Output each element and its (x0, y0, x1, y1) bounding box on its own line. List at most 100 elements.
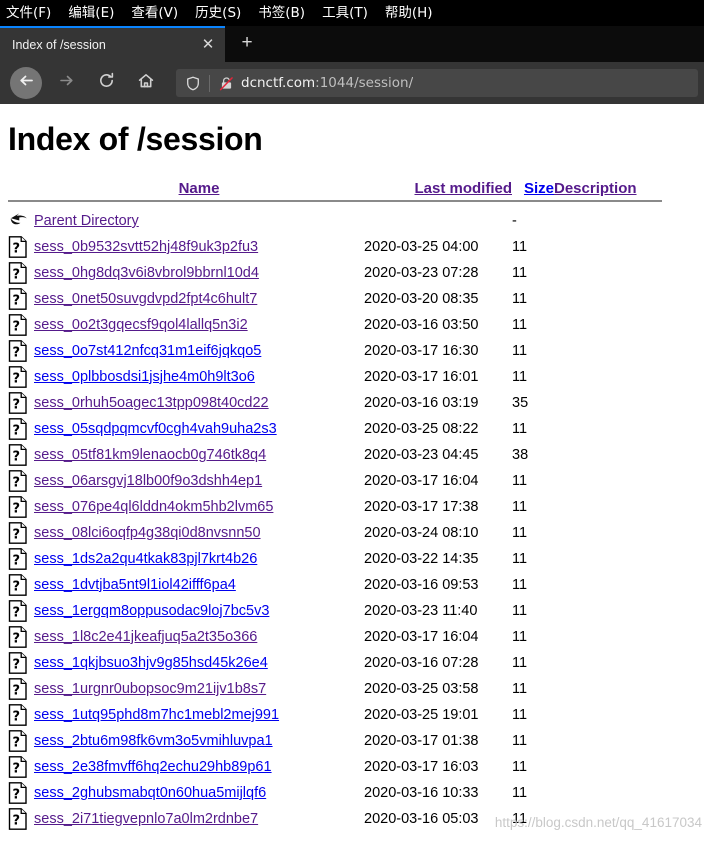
forward-button[interactable] (50, 67, 82, 99)
description-cell (554, 728, 664, 754)
sort-by-size-link[interactable]: Size (524, 180, 554, 197)
url-bar-divider (209, 74, 210, 92)
last-modified-cell: 2020-03-17 17:38 (364, 499, 479, 515)
close-icon[interactable]: ✕ (197, 34, 219, 56)
svg-text:?: ? (13, 527, 21, 542)
size-cell: 11 (512, 343, 528, 359)
size-cell: 11 (512, 629, 528, 645)
table-row: ? sess_1ds2a2qu4tkak83pjl7krt4b26 2020-03-… (8, 546, 664, 572)
menu-item-help[interactable]: 帮助(H) (385, 0, 433, 26)
file-link[interactable]: sess_0rhuh5oagec13tpp098t40cd22 (34, 395, 269, 411)
new-tab-icon[interactable]: + (231, 28, 263, 60)
menu-item-edit[interactable]: 编辑(E) (68, 0, 114, 26)
unknown-file-icon: ? (8, 312, 34, 338)
last-modified-cell: 2020-03-23 07:28 (364, 265, 479, 281)
menu-item-view[interactable]: 查看(V) (131, 0, 178, 26)
reload-button[interactable] (90, 67, 122, 99)
menu-item-file[interactable]: 文件(F) (6, 0, 51, 26)
svg-text:?: ? (13, 579, 21, 594)
file-link[interactable]: sess_0o2t3gqecsf9qol4lallq5n3i2 (34, 317, 248, 333)
directory-listing-body: Parent Directory -? sess_0b9532svtt52hj48f… (8, 208, 664, 832)
sort-by-description-link[interactable]: Description (554, 180, 637, 197)
size-cell: 11 (512, 421, 528, 437)
header-size: Size (512, 180, 554, 197)
description-cell (554, 390, 664, 416)
menu-item-bookmarks[interactable]: 书签(B) (258, 0, 305, 26)
file-name-cell: sess_1urgnr0ubopsoc9m21ijv1b8s7 (34, 676, 364, 702)
description-cell (554, 676, 664, 702)
last-modified-cell: 2020-03-23 11:40 (364, 603, 478, 619)
file-link[interactable]: sess_1qkjbsuo3hjv9g85hsd45k26e4 (34, 655, 268, 671)
file-link[interactable]: sess_0hg8dq3v6i8vbrol9bbrnl10d4 (34, 265, 259, 281)
file-link[interactable]: sess_1dvtjba5nt9l1iol42ifff6pa4 (34, 577, 236, 593)
shield-icon[interactable] (184, 74, 202, 92)
sort-by-name-link[interactable]: Name (179, 180, 220, 197)
reload-icon (98, 72, 115, 94)
svg-text:?: ? (13, 449, 21, 464)
svg-text:?: ? (13, 735, 21, 750)
table-row: ? sess_06arsgvj18lb00f9o3dshh4ep1 2020-03-… (8, 468, 664, 494)
file-link[interactable]: sess_1l8c2e41jkeafjuq5a2t35o366 (34, 629, 257, 645)
file-link[interactable]: sess_1utq95phd8m7hc1mebl2mej991 (34, 707, 279, 723)
svg-text:?: ? (13, 293, 21, 308)
file-link[interactable]: sess_0net50suvgdvpd2fpt4c6hult7 (34, 291, 257, 307)
size-cell: 11 (512, 473, 528, 489)
file-link[interactable]: sess_1urgnr0ubopsoc9m21ijv1b8s7 (34, 681, 266, 697)
last-modified-cell: 2020-03-17 16:04 (364, 629, 479, 645)
file-name-cell: sess_1dvtjba5nt9l1iol42ifff6pa4 (34, 572, 364, 598)
file-link[interactable]: sess_05sqdpqmcvf0cgh4vah9uha2s3 (34, 421, 277, 437)
file-link[interactable]: sess_1ds2a2qu4tkak83pjl7krt4b26 (34, 551, 257, 567)
description-cell (554, 650, 664, 676)
tab-index-of-session[interactable]: Index of /session ✕ (0, 26, 225, 62)
file-link[interactable]: sess_0o7st412nfcq31m1eif6jqkqo5 (34, 343, 261, 359)
description-cell (554, 598, 664, 624)
unknown-file-icon: ? (8, 572, 34, 598)
file-name-cell: sess_0o2t3gqecsf9qol4lallq5n3i2 (34, 312, 364, 338)
file-link[interactable]: sess_2i71tiegvepnlo7a0lm2rdnbe7 (34, 811, 258, 827)
description-cell (554, 468, 664, 494)
file-link[interactable]: sess_076pe4ql6lddn4okm5hb2lvm65 (34, 499, 273, 515)
parent-directory-link[interactable]: Parent Directory (34, 213, 139, 229)
file-name-cell: sess_2btu6m98fk6vm3o5vmihluvpa1 (34, 728, 364, 754)
size-cell: 11 (512, 785, 528, 801)
table-row: ? sess_0plbbosdsi1jsjhe4m0h9lt3o6 2020-03-… (8, 364, 664, 390)
description-cell (554, 624, 664, 650)
home-button[interactable] (130, 67, 162, 99)
arrow-right-icon (58, 72, 75, 94)
description-cell (554, 494, 664, 520)
table-row: ? sess_2e38fmvff6hq2echu29hb89p61 2020-03-… (8, 754, 664, 780)
file-link[interactable]: sess_2ghubsmabqt0n60hua5mijlqf6 (34, 785, 266, 801)
broken-lock-icon[interactable] (217, 74, 235, 92)
unknown-file-icon: ? (8, 728, 34, 754)
unknown-file-icon: ? (8, 546, 34, 572)
description-cell (554, 572, 664, 598)
last-modified-cell: 2020-03-17 16:30 (364, 343, 479, 359)
unknown-file-icon: ? (8, 520, 34, 546)
svg-text:?: ? (13, 501, 21, 516)
file-link[interactable]: sess_06arsgvj18lb00f9o3dshh4ep1 (34, 473, 262, 489)
table-row: ? sess_1ergqm8oppusodac9loj7bc5v3 2020-03-… (8, 598, 664, 624)
menu-item-history[interactable]: 历史(S) (195, 0, 241, 26)
description-cell (554, 546, 664, 572)
file-link[interactable]: sess_05tf81km9lenaocb0g746tk8q4 (34, 447, 266, 463)
header-name: Name (34, 180, 364, 197)
table-row: ? sess_1urgnr0ubopsoc9m21ijv1b8s7 2020-03-… (8, 676, 664, 702)
file-link[interactable]: sess_08lci6oqfp4g38qi0d8nvsnn50 (34, 525, 261, 541)
file-link[interactable]: sess_0plbbosdsi1jsjhe4m0h9lt3o6 (34, 369, 255, 385)
description-cell (554, 702, 664, 728)
size-cell: 11 (512, 499, 528, 515)
svg-text:?: ? (13, 475, 21, 490)
last-modified-cell: 2020-03-25 03:58 (364, 681, 479, 697)
file-link[interactable]: sess_2btu6m98fk6vm3o5vmihluvpa1 (34, 733, 273, 749)
menu-item-tools[interactable]: 工具(T) (322, 0, 368, 26)
sort-by-date-link[interactable]: Last modified (414, 180, 512, 197)
file-link[interactable]: sess_0b9532svtt52hj48f9uk3p2fu3 (34, 239, 258, 255)
table-row: ? sess_2ghubsmabqt0n60hua5mijlqf6 2020-03-… (8, 780, 664, 806)
file-link[interactable]: sess_1ergqm8oppusodac9loj7bc5v3 (34, 603, 269, 619)
back-button[interactable] (10, 67, 42, 99)
file-name-cell: sess_0b9532svtt52hj48f9uk3p2fu3 (34, 234, 364, 260)
unknown-file-icon: ? (8, 598, 34, 624)
url-bar[interactable]: dcnctf.com:1044/session/ (176, 69, 698, 97)
file-link[interactable]: sess_2e38fmvff6hq2echu29hb89p61 (34, 759, 272, 775)
page-title: Index of /session (8, 121, 263, 157)
